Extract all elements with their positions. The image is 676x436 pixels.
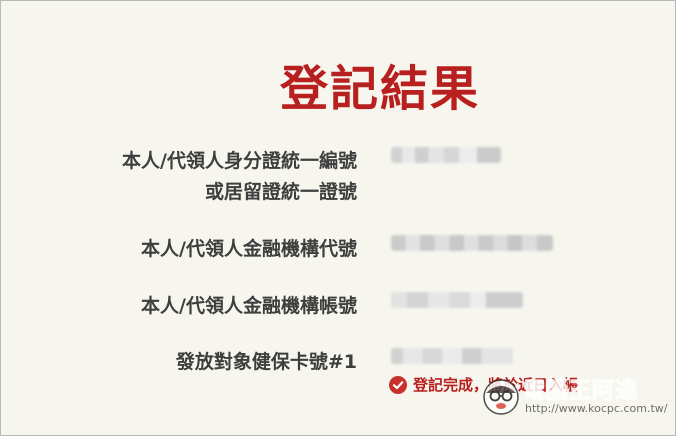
- field-value-bank-code-redacted: [391, 235, 553, 251]
- field-value-health-card-redacted: [391, 348, 513, 364]
- field-label-bank-code: 本人/代領人金融機構代號: [141, 238, 357, 260]
- watermark: 電腦王阿達 http://www.kocpc.com.tw/: [481, 373, 667, 419]
- watermark-name: 電腦王阿達: [522, 379, 639, 405]
- field-label-id-number: 本人/代領人身分證統一編號: [122, 150, 357, 172]
- field-label-health-card: 發放對象健保卡號#1: [175, 351, 357, 373]
- result-panel: 登記結果 本人/代領人身分證統一編號 或居留證統一證號 本人/代領人金融機構代號…: [0, 0, 676, 436]
- page-title: 登記結果: [279, 61, 480, 117]
- field-label-bank-account: 本人/代領人金融機構帳號: [141, 295, 357, 317]
- mascot-face-icon: [483, 379, 519, 415]
- check-circle-icon: [389, 375, 407, 394]
- field-value-id-number-redacted: [391, 147, 501, 163]
- watermark-url: http://www.kocpc.com.tw/: [525, 402, 668, 415]
- field-value-bank-account-redacted: [391, 292, 523, 308]
- field-label-residence-permit: 或居留證統一證號: [204, 181, 357, 203]
